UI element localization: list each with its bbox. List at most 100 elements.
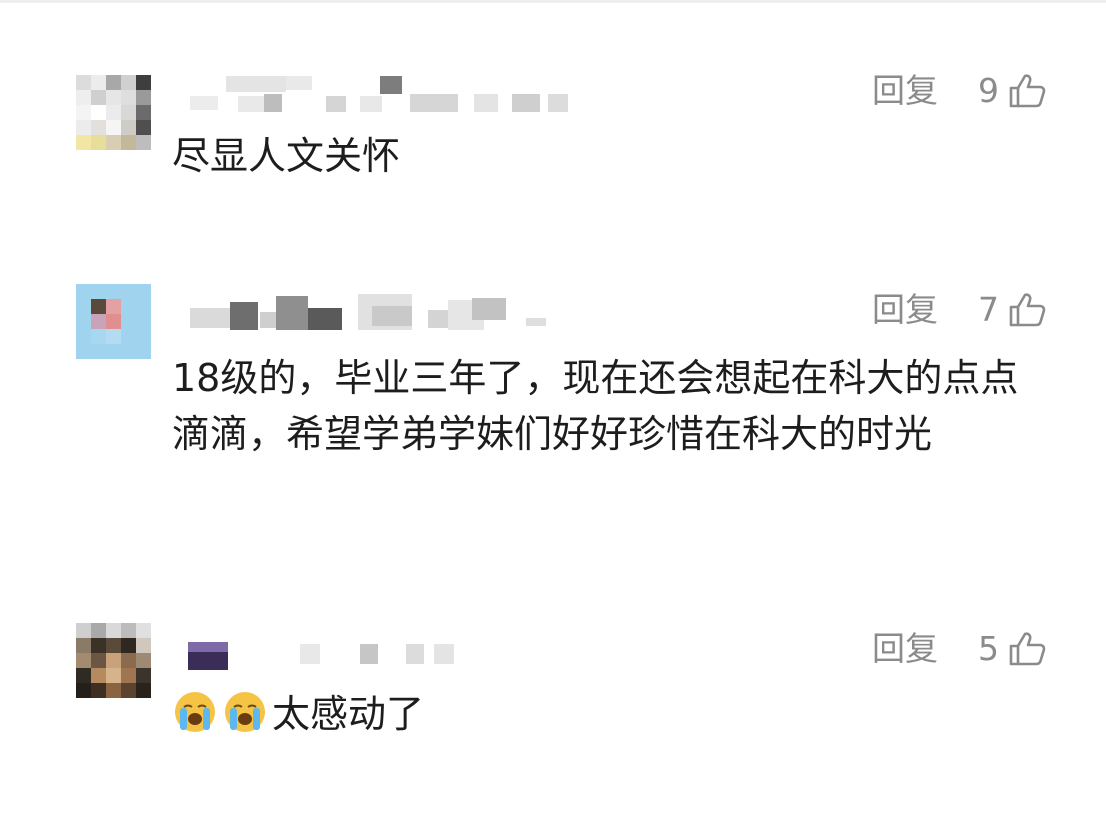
comment-text: 18级的，毕业三年了，现在还会想起在科大的点点滴滴，希望学弟学妹们好好珍惜在科大…: [172, 356, 1019, 456]
avatar-pixel: [91, 284, 106, 299]
avatar-pixel: [106, 75, 121, 90]
comment-actions: 回复 7: [860, 288, 1060, 332]
crying-face-emoji-icon: [175, 692, 215, 732]
avatar-pixel: [106, 683, 121, 698]
avatar-pixel: [76, 344, 91, 359]
avatar-pixel: [121, 683, 136, 698]
thumbs-up-icon[interactable]: [1008, 292, 1046, 328]
username-blurred[interactable]: [176, 630, 476, 670]
avatar[interactable]: [76, 623, 151, 698]
avatar-pixel: [136, 653, 151, 668]
avatar-pixel: [91, 135, 106, 150]
avatar-pixel: [76, 653, 91, 668]
avatar-pixel: [106, 653, 121, 668]
reply-button[interactable]: 回复: [872, 288, 938, 332]
avatar-pixel: [106, 120, 121, 135]
top-divider: [0, 0, 1106, 3]
avatar-pixel: [136, 623, 151, 638]
avatar-pixel: [121, 668, 136, 683]
avatar-pixel: [76, 668, 91, 683]
avatar-pixel: [121, 623, 136, 638]
avatar-pixel: [106, 314, 121, 329]
avatar-pixel: [91, 623, 106, 638]
avatar-pixel: [136, 638, 151, 653]
like-count: 7: [978, 290, 999, 329]
avatar-pixel: [136, 105, 151, 120]
comment-text: 尽显人文关怀: [172, 134, 401, 178]
avatar-pixel: [121, 135, 136, 150]
avatar-pixel: [121, 638, 136, 653]
avatar-pixel: [136, 135, 151, 150]
avatar-pixel: [76, 623, 91, 638]
avatar-pixel: [121, 653, 136, 668]
avatar-pixel: [121, 105, 136, 120]
avatar-pixel: [91, 314, 106, 329]
avatar-pixel: [106, 623, 121, 638]
avatar-pixel: [106, 329, 121, 344]
avatar-pixel: [76, 90, 91, 105]
avatar-pixel: [91, 653, 106, 668]
avatar-pixel: [121, 120, 136, 135]
avatar[interactable]: [76, 284, 151, 359]
avatar-pixel: [91, 75, 106, 90]
avatar-pixel: [91, 638, 106, 653]
username-blurred[interactable]: [176, 290, 576, 330]
avatar-pixel: [91, 90, 106, 105]
avatar-pixel: [106, 344, 121, 359]
avatar-pixel: [136, 299, 151, 314]
avatar-pixel: [136, 344, 151, 359]
avatar-pixel: [136, 90, 151, 105]
avatar[interactable]: [76, 75, 151, 150]
avatar-pixel: [76, 638, 91, 653]
avatar-pixel: [121, 90, 136, 105]
avatar-pixel: [136, 284, 151, 299]
avatar-pixel: [121, 299, 136, 314]
avatar-pixel: [121, 284, 136, 299]
avatar-pixel: [91, 344, 106, 359]
like-count: 5: [978, 629, 999, 668]
avatar-pixel: [91, 683, 106, 698]
avatar-pixel: [136, 120, 151, 135]
avatar-pixel: [76, 284, 91, 299]
avatar-pixel: [106, 638, 121, 653]
avatar-pixel: [121, 75, 136, 90]
avatar-pixel: [76, 314, 91, 329]
avatar-pixel: [136, 668, 151, 683]
comment-actions: 回复 9: [860, 69, 1060, 113]
avatar-pixel: [91, 120, 106, 135]
avatar-pixel: [76, 75, 91, 90]
avatar-pixel: [106, 668, 121, 683]
avatar-pixel: [106, 90, 121, 105]
avatar-pixel: [76, 299, 91, 314]
crying-face-emoji-icon: [225, 692, 265, 732]
avatar-pixel: [136, 683, 151, 698]
avatar-pixel: [76, 105, 91, 120]
like-count: 9: [978, 71, 999, 110]
avatar-pixel: [136, 314, 151, 329]
comment-actions: 回复 5: [860, 627, 1060, 671]
avatar-pixel: [76, 135, 91, 150]
avatar-pixel: [91, 105, 106, 120]
avatar-pixel: [91, 329, 106, 344]
avatar-pixel: [91, 668, 106, 683]
reply-button[interactable]: 回复: [872, 69, 938, 113]
thumbs-up-icon[interactable]: [1008, 73, 1046, 109]
avatar-pixel: [136, 75, 151, 90]
comment-text: 太感动了: [272, 692, 425, 736]
avatar-pixel: [76, 329, 91, 344]
avatar-pixel: [76, 120, 91, 135]
avatar-pixel: [136, 329, 151, 344]
username-blurred[interactable]: [176, 72, 576, 112]
thumbs-up-icon[interactable]: [1008, 631, 1046, 667]
avatar-pixel: [121, 329, 136, 344]
avatar-pixel: [121, 344, 136, 359]
avatar-pixel: [76, 683, 91, 698]
avatar-pixel: [106, 299, 121, 314]
avatar-pixel: [121, 314, 136, 329]
avatar-pixel: [106, 284, 121, 299]
avatar-pixel: [91, 299, 106, 314]
comment-text-row: 太感动了: [172, 686, 1052, 742]
reply-button[interactable]: 回复: [872, 627, 938, 671]
avatar-pixel: [106, 105, 121, 120]
avatar-pixel: [106, 135, 121, 150]
